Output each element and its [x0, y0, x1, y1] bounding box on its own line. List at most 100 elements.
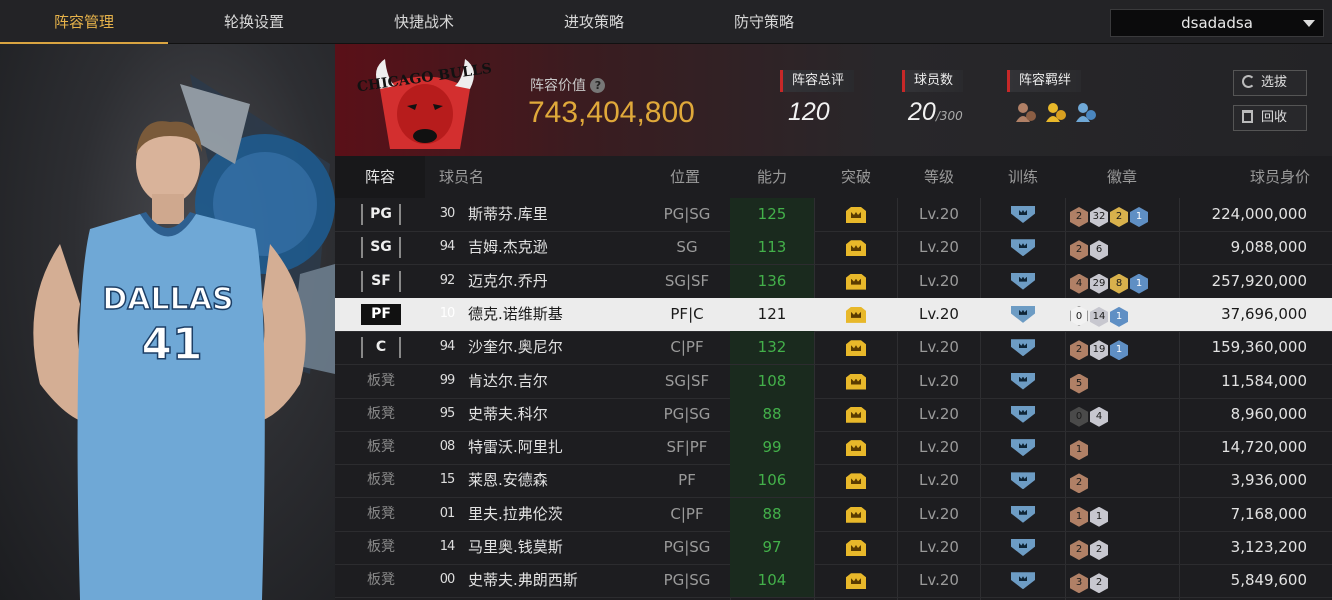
training-shield-icon[interactable] [1011, 206, 1035, 223]
badge-silver-icon: 14 [1090, 306, 1108, 327]
recycle-button[interactable]: 回收 [1233, 105, 1307, 131]
slot-position-badge: C [361, 337, 401, 359]
team-selector-dropdown[interactable]: dsadadsa [1110, 9, 1324, 37]
training-shield-icon[interactable] [1011, 372, 1035, 390]
training-shield-icon[interactable] [1011, 305, 1035, 323]
badge-blue-icon: 1 [1110, 306, 1128, 327]
training-shield-icon[interactable] [1011, 439, 1035, 457]
crown-icon[interactable] [846, 373, 866, 390]
table-row[interactable]: C 94 沙奎尔.奥尼尔 C|PF 132 Lv.20 2 19 1 159,360,000 [335, 331, 1332, 365]
player-overall: 132 [757, 338, 787, 357]
badge-bronze-icon: 2 [1070, 340, 1088, 361]
training-shield-icon[interactable] [1011, 405, 1035, 423]
table-row[interactable]: 板凳 14 马里奥.钱莫斯 PG|SG 97 Lv.20 2 2 3,123,200 [335, 531, 1332, 564]
badge-silver-icon: 6 [1090, 240, 1108, 261]
player-value: 257,920,000 [1211, 271, 1307, 290]
player-position: SF|PF [666, 438, 708, 457]
player-position: C|PF [670, 338, 704, 357]
player-overall: 136 [757, 271, 787, 290]
chevron-down-icon [1303, 20, 1315, 27]
help-icon[interactable]: ? [590, 78, 606, 93]
bench-label: 板凳 [367, 505, 395, 522]
crown-icon[interactable] [846, 440, 866, 457]
training-shield-icon[interactable] [1011, 339, 1035, 357]
player-name: 史蒂夫.科尔 [468, 404, 548, 423]
training-shield-icon[interactable] [1011, 272, 1035, 290]
jersey-number: 01 [437, 504, 457, 524]
training-shield-icon[interactable] [1011, 472, 1035, 490]
player-position: SG|SF [664, 271, 710, 290]
player-position: PG|SG [663, 205, 711, 223]
tab-lineup-management[interactable]: 阵容管理 [0, 0, 168, 44]
player-position: PG|SG [663, 404, 711, 423]
jersey-number: 15 [437, 470, 457, 490]
jersey-number-text: 41 [141, 319, 202, 370]
player-overall: 106 [757, 471, 787, 490]
table-row[interactable]: SG 94 吉姆.杰克逊 SG 113 Lv.20 2 6 9,088,000 [335, 231, 1332, 265]
crown-icon[interactable] [846, 207, 866, 223]
training-shield-icon[interactable] [1011, 572, 1035, 590]
player-overall: 99 [762, 438, 782, 457]
table-row[interactable]: 板凳 95 史蒂夫.科尔 PG|SG 88 Lv.20 0 4 8,960,000 [335, 397, 1332, 431]
tab-defense-strategy[interactable]: 防守策略 [680, 0, 848, 44]
crown-icon[interactable] [846, 273, 866, 290]
bench-label: 板凳 [367, 372, 395, 389]
badge-silver-icon: 19 [1090, 340, 1108, 361]
team-rating-label: 阵容总评 [780, 70, 855, 92]
team-bond-label: 阵容羁绊 [1007, 70, 1082, 92]
player-position: PG|SG [663, 538, 711, 556]
table-row[interactable]: PF 10 德克.诺维斯基 PF|C 121 Lv.20 0 14 1 37,696,000 [335, 297, 1332, 331]
training-shield-icon[interactable] [1011, 539, 1035, 556]
badge-list: 2 32 2 1 [1070, 205, 1150, 227]
badge-list: 5 [1070, 372, 1090, 394]
col-header-overall: 能力 [756, 168, 787, 186]
player-overall: 97 [762, 538, 782, 556]
badge-bronze-icon: 2 [1070, 207, 1088, 227]
training-shield-icon[interactable] [1011, 239, 1035, 257]
col-header-lineup: 阵容 [335, 156, 425, 198]
crown-icon[interactable] [846, 506, 866, 523]
bench-label: 板凳 [367, 539, 395, 555]
crown-icon[interactable] [846, 573, 866, 590]
table-row[interactable]: 板凳 08 特雷沃.阿里扎 SF|PF 99 Lv.20 1 14,720,000 [335, 431, 1332, 465]
badge-silver-icon: 32 [1090, 207, 1108, 227]
badge-bronze-icon: 2 [1070, 540, 1088, 560]
jersey-team-text: DALLAS [102, 282, 233, 317]
player-count-max: /300 [935, 109, 963, 123]
badge-silver-icon: 1 [1090, 506, 1108, 527]
player-overall: 88 [762, 404, 782, 423]
table-row[interactable]: 板凳 01 里夫.拉弗伦茨 C|PF 88 Lv.20 1 1 7,168,000 [335, 497, 1332, 531]
scout-button[interactable]: 选拔 [1233, 70, 1307, 96]
player-level: Lv.20 [919, 205, 959, 223]
crown-icon[interactable] [846, 540, 866, 556]
table-row[interactable]: 板凳 00 史蒂夫.弗朗西斯 PG|SG 104 Lv.20 3 2 5,849,600 [335, 564, 1332, 598]
badge-blue-icon: 1 [1110, 340, 1128, 361]
jersey-number: 92 [437, 271, 457, 291]
player-count: 20/300 [908, 98, 963, 127]
crown-icon[interactable] [846, 406, 866, 423]
bond-people-icon[interactable] [1015, 100, 1105, 128]
jersey-number: 30 [437, 204, 457, 224]
crown-icon[interactable] [846, 306, 866, 323]
player-level: Lv.20 [919, 438, 959, 457]
badge-blue-icon: 1 [1130, 273, 1148, 294]
table-row[interactable]: 板凳 15 莱恩.安德森 PF 106 Lv.20 2 3,936,000 [335, 464, 1332, 498]
tab-offense-strategy[interactable]: 进攻策略 [510, 0, 678, 44]
training-shield-icon[interactable] [1011, 505, 1035, 523]
bench-label: 板凳 [367, 405, 395, 422]
table-row[interactable]: PG 30 斯蒂芬.库里 PG|SG 125 Lv.20 2 32 2 1 224,000,000 [335, 198, 1332, 231]
crown-icon[interactable] [846, 473, 866, 490]
crown-icon[interactable] [846, 340, 866, 357]
jersey-number: 95 [437, 404, 457, 424]
crown-icon[interactable] [846, 240, 866, 257]
tab-quick-tactics[interactable]: 快捷战术 [340, 0, 508, 44]
player-level: Lv.20 [919, 571, 959, 590]
player-overall: 113 [757, 238, 787, 257]
player-name: 里夫.拉弗伦茨 [468, 504, 563, 523]
table-row[interactable]: SF 92 迈克尔.乔丹 SG|SF 136 Lv.20 4 29 8 1 257,920,000 [335, 264, 1332, 298]
jersey-number: 99 [437, 371, 457, 391]
badge-silver-icon: 29 [1090, 273, 1108, 294]
table-row[interactable]: 板凳 99 肯达尔.吉尔 SG|SF 108 Lv.20 5 11,584,000 [335, 364, 1332, 398]
badge-list: 2 [1070, 471, 1090, 494]
tab-rotation-settings[interactable]: 轮换设置 [170, 0, 338, 44]
